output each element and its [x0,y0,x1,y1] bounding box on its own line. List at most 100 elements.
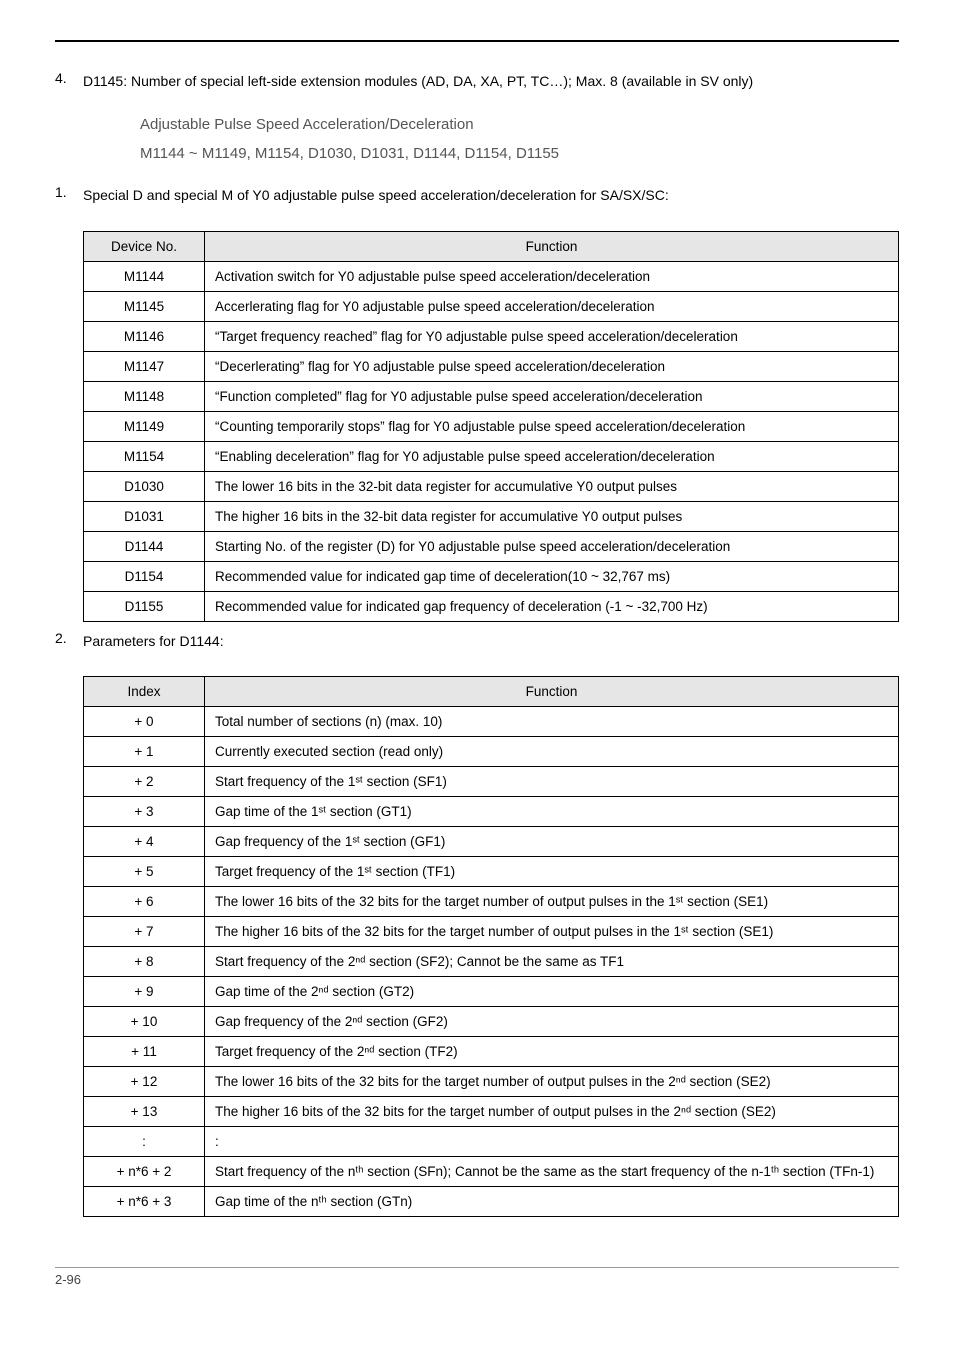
table-row: M1149“Counting temporarily stops” flag f… [84,411,899,441]
cell-value: The higher 16 bits in the 32-bit data re… [205,501,899,531]
section-2: 2. Parameters for D1144: [55,630,899,652]
table-row: Index Function [84,677,899,707]
table-row: + 8Start frequency of the 2ⁿᵈ section (S… [84,947,899,977]
cell-key: M1148 [84,381,205,411]
header-line-1: Adjustable Pulse Speed Acceleration/Dece… [140,116,899,133]
table-row: D1155Recommended value for indicated gap… [84,591,899,621]
cell-key: + 12 [84,1067,205,1097]
cell-key: + 13 [84,1097,205,1127]
cell-value: The lower 16 bits in the 32-bit data reg… [205,471,899,501]
cell-key: + 2 [84,767,205,797]
cell-value: Target frequency of the 1ˢᵗ section (TF1… [205,857,899,887]
cell-value: Currently executed section (read only) [205,737,899,767]
cell-value: Start frequency of the nᵗʰ section (SFn)… [205,1157,899,1187]
cell-value: “Decerlerating” flag for Y0 adjustable p… [205,351,899,381]
top-rule [55,40,899,42]
cell-value: Gap time of the 1ˢᵗ section (GT1) [205,797,899,827]
table-row: D1031The higher 16 bits in the 32-bit da… [84,501,899,531]
cell-value: Total number of sections (n) (max. 10) [205,707,899,737]
cell-key: + 1 [84,737,205,767]
table-parameters: Index Function + 0Total number of sectio… [83,676,899,1217]
cell-key: M1149 [84,411,205,441]
cell-value: The lower 16 bits of the 32 bits for the… [205,1067,899,1097]
page-number: 2-96 [55,1272,899,1287]
cell-value: “Target frequency reached” flag for Y0 a… [205,321,899,351]
table-row: + 1Currently executed section (read only… [84,737,899,767]
cell-value: Starting No. of the register (D) for Y0 … [205,531,899,561]
cell-key: D1144 [84,531,205,561]
cell-key: + 5 [84,857,205,887]
cell-value: The higher 16 bits of the 32 bits for th… [205,1097,899,1127]
table-row: + 9Gap time of the 2ⁿᵈ section (GT2) [84,977,899,1007]
cell-key: D1154 [84,561,205,591]
cell-value: Start frequency of the 1ˢᵗ section (SF1) [205,767,899,797]
table-row: + 2Start frequency of the 1ˢᵗ section (S… [84,767,899,797]
cell-key: M1146 [84,321,205,351]
cell-key: M1154 [84,441,205,471]
cell-value: Accerlerating flag for Y0 adjustable pul… [205,291,899,321]
cell-value: Gap time of the nᵗʰ section (GTn) [205,1187,899,1217]
header-line-2: M1144 ~ M1149, M1154, D1030, D1031, D114… [140,145,899,162]
cell-key: D1155 [84,591,205,621]
cell-key: M1145 [84,291,205,321]
cell-key: M1147 [84,351,205,381]
cell-key: + n*6 + 3 [84,1187,205,1217]
cell-value: : [205,1127,899,1157]
table-row: D1144Starting No. of the register (D) fo… [84,531,899,561]
header-block: Adjustable Pulse Speed Acceleration/Dece… [140,116,899,162]
table-row: M1147“Decerlerating” flag for Y0 adjusta… [84,351,899,381]
table-row: D1154Recommended value for indicated gap… [84,561,899,591]
cell-key: + 0 [84,707,205,737]
th-device-no: Device No. [84,231,205,261]
table-row: + 11Target frequency of the 2ⁿᵈ section … [84,1037,899,1067]
cell-value: Activation switch for Y0 adjustable puls… [205,261,899,291]
table-devices: Device No. Function M1144Activation swit… [83,231,899,622]
cell-value: Gap frequency of the 1ˢᵗ section (GF1) [205,827,899,857]
item-4-text: D1145: Number of special left-side exten… [83,70,899,92]
cell-value: “Enabling deceleration” flag for Y0 adju… [205,441,899,471]
cell-key: + 10 [84,1007,205,1037]
cell-key: M1144 [84,261,205,291]
section-1: 1. Special D and special M of Y0 adjusta… [55,184,899,206]
cell-value: Recommended value for indicated gap time… [205,561,899,591]
table-row: + 13The higher 16 bits of the 32 bits fo… [84,1097,899,1127]
th-function: Function [205,677,899,707]
th-index: Index [84,677,205,707]
cell-value: Start frequency of the 2ⁿᵈ section (SF2)… [205,947,899,977]
table-row: + 7The higher 16 bits of the 32 bits for… [84,917,899,947]
section-2-number: 2. [55,630,83,652]
table-row: M1148“Function completed” flag for Y0 ad… [84,381,899,411]
cell-key: D1030 [84,471,205,501]
table-row: + 4Gap frequency of the 1ˢᵗ section (GF1… [84,827,899,857]
cell-key: : [84,1127,205,1157]
cell-value: The lower 16 bits of the 32 bits for the… [205,887,899,917]
cell-key: + 9 [84,977,205,1007]
cell-value: The higher 16 bits of the 32 bits for th… [205,917,899,947]
table-row: D1030The lower 16 bits in the 32-bit dat… [84,471,899,501]
cell-value: “Counting temporarily stops” flag for Y0… [205,411,899,441]
item-4: 4. D1145: Number of special left-side ex… [55,70,899,92]
section-2-intro: Parameters for D1144: [83,630,899,652]
cell-key: + 3 [84,797,205,827]
table-row: + 5Target frequency of the 1ˢᵗ section (… [84,857,899,887]
cell-key: + 4 [84,827,205,857]
cell-value: Target frequency of the 2ⁿᵈ section (TF2… [205,1037,899,1067]
cell-key: + 6 [84,887,205,917]
table-row: + 3Gap time of the 1ˢᵗ section (GT1) [84,797,899,827]
cell-value: Gap time of the 2ⁿᵈ section (GT2) [205,977,899,1007]
section-1-intro: Special D and special M of Y0 adjustable… [83,184,899,206]
table-row: + n*6 + 2Start frequency of the nᵗʰ sect… [84,1157,899,1187]
cell-value: “Function completed” flag for Y0 adjusta… [205,381,899,411]
table-row: + 10Gap frequency of the 2ⁿᵈ section (GF… [84,1007,899,1037]
cell-key: + 7 [84,917,205,947]
table-row: Device No. Function [84,231,899,261]
table-row: + 6The lower 16 bits of the 32 bits for … [84,887,899,917]
table-row: M1144Activation switch for Y0 adjustable… [84,261,899,291]
table-row: M1145Accerlerating flag for Y0 adjustabl… [84,291,899,321]
th-function: Function [205,231,899,261]
section-1-number: 1. [55,184,83,206]
cell-value: Recommended value for indicated gap freq… [205,591,899,621]
cell-key: + 11 [84,1037,205,1067]
cell-key: + n*6 + 2 [84,1157,205,1187]
cell-key: D1031 [84,501,205,531]
